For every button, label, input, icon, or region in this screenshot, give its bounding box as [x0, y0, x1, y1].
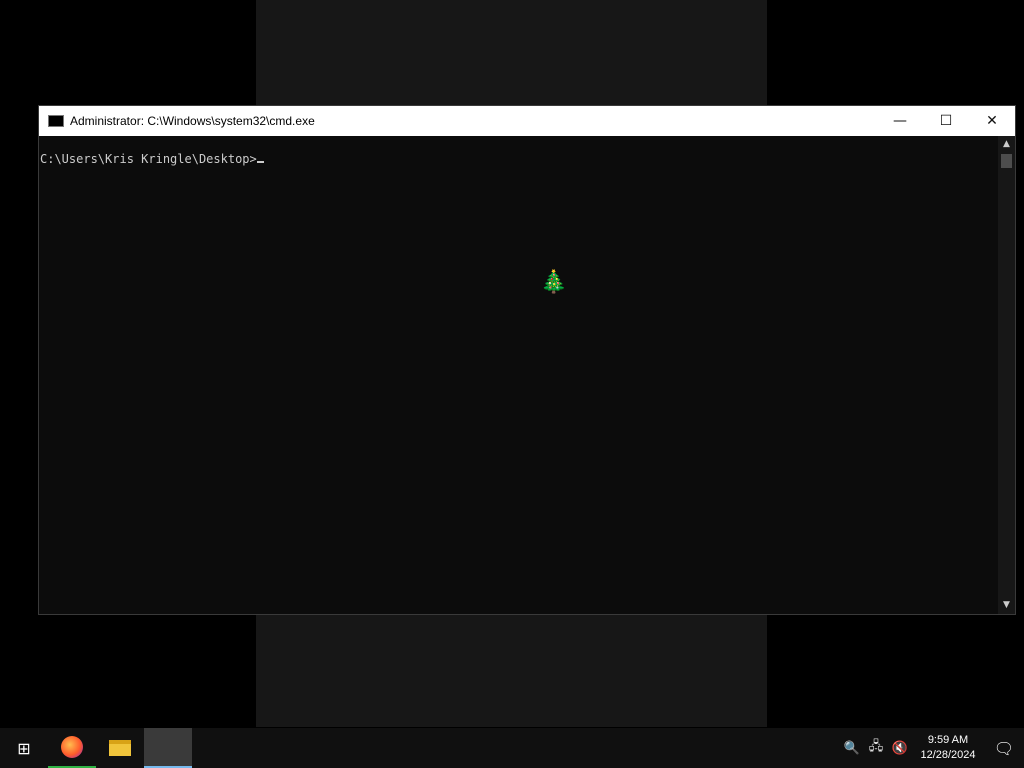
windows-logo-icon: ⊞: [17, 738, 31, 758]
start-button[interactable]: ⊞: [0, 728, 48, 768]
volume-muted-icon[interactable]: 🔇: [888, 741, 912, 756]
clock-date: 12/28/2024: [920, 749, 976, 761]
maximize-button[interactable]: ☐: [923, 106, 969, 136]
text-cursor: [256, 161, 264, 163]
close-button[interactable]: ✕: [969, 106, 1015, 136]
cmd-icon: [48, 115, 64, 127]
taskbar-cmd[interactable]: [144, 728, 192, 768]
network-icon[interactable]: 🖧: [864, 737, 888, 759]
title-bar[interactable]: Administrator: C:\Windows\system32\cmd.e…: [39, 106, 1015, 136]
search-icon[interactable]: 🔍: [840, 741, 864, 756]
folder-icon: [109, 740, 131, 756]
tree-cursor-icon: 🎄: [540, 270, 568, 295]
system-tray: 🔍 🖧 🔇 9:59 AM 12/28/2024 🗨: [840, 728, 1024, 768]
taskbar: ⊞ 🔍 🖧 🔇 9:59 AM 12/28/2024 🗨: [0, 728, 1024, 768]
notifications-icon[interactable]: 🗨: [984, 739, 1024, 758]
scroll-thumb[interactable]: [1001, 154, 1012, 168]
clock-time: 9:59 AM: [927, 734, 969, 746]
minimize-button[interactable]: —: [877, 106, 923, 136]
command-prompt: C:\Users\Kris Kringle\Desktop>: [40, 152, 257, 166]
console-output[interactable]: C:\Users\Kris Kringle\Desktop>: [39, 136, 998, 614]
scroll-down-arrow-icon[interactable]: ▼: [998, 597, 1015, 614]
taskbar-file-explorer[interactable]: [96, 728, 144, 768]
vertical-scrollbar[interactable]: ▲ ▼: [998, 136, 1015, 614]
cmd-window[interactable]: Administrator: C:\Windows\system32\cmd.e…: [38, 105, 1016, 615]
clock[interactable]: 9:59 AM 12/28/2024: [912, 733, 984, 763]
scroll-up-arrow-icon[interactable]: ▲: [998, 136, 1015, 153]
taskbar-firefox[interactable]: [48, 728, 96, 768]
window-title: Administrator: C:\Windows\system32\cmd.e…: [70, 114, 315, 128]
firefox-icon: [61, 736, 83, 758]
